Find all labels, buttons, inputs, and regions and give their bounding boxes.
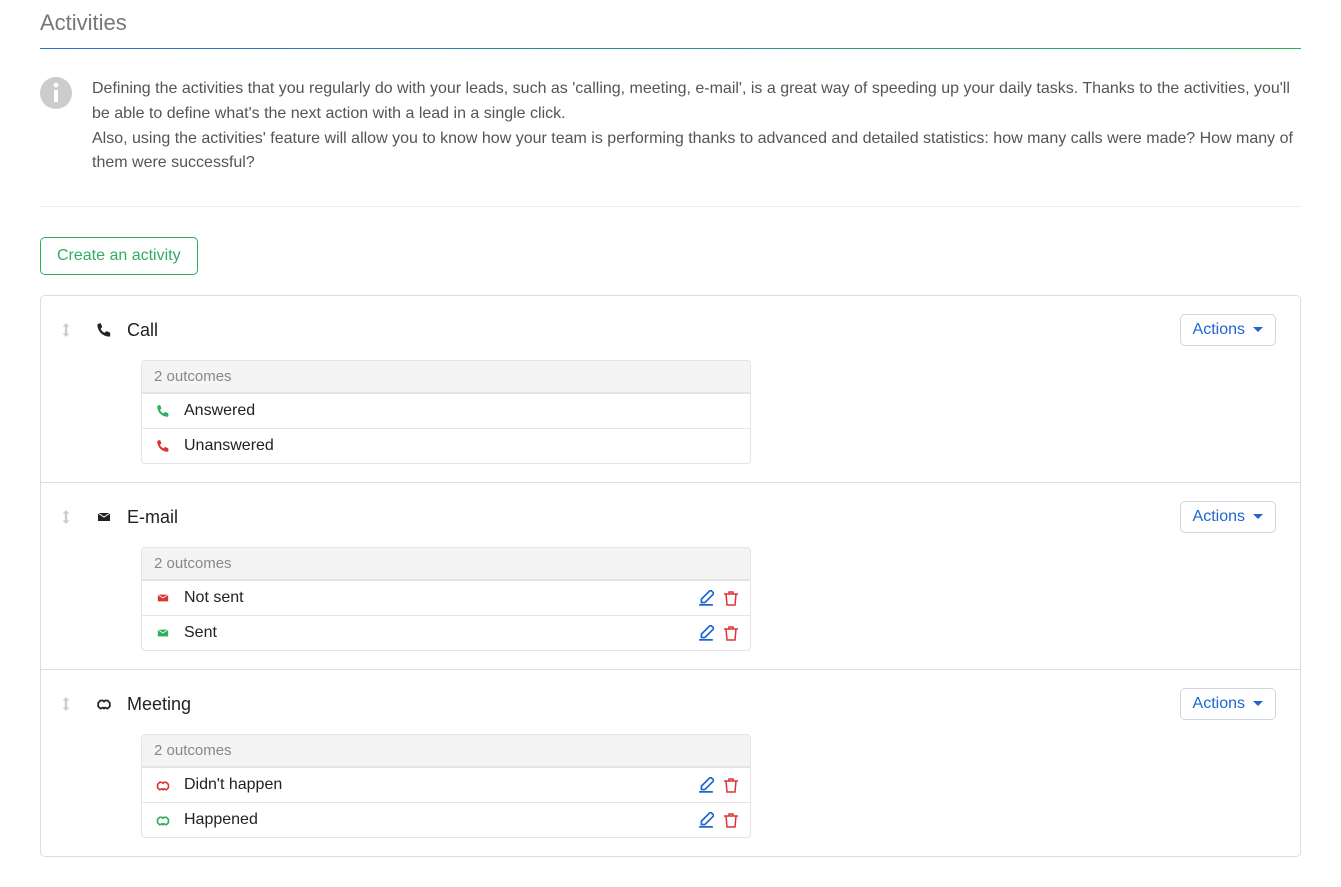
outcome-row: Unanswered [142,428,750,463]
activity-name: Call [127,320,158,341]
envelope-icon [93,510,115,524]
handshake-icon [93,697,115,711]
page-title: Activities [40,0,1301,48]
activity-name: Meeting [127,694,191,715]
info-paragraph-2: Also, using the activities' feature will… [92,130,1293,172]
activity-name: E-mail [127,507,178,528]
activity-meeting: Meeting Actions 2 outcomes Didn't happen… [41,669,1300,856]
outcome-row: Not sent [142,580,750,615]
create-activity-button[interactable]: Create an activity [40,237,198,275]
trash-icon[interactable] [724,812,738,828]
outcome-label: Didn't happen [184,776,282,794]
actions-dropdown-button[interactable]: Actions [1180,314,1276,346]
trash-icon[interactable] [724,590,738,606]
actions-label: Actions [1193,695,1245,713]
phone-icon [93,322,115,338]
info-box: Defining the activities that you regular… [40,77,1301,207]
outcome-label: Unanswered [184,437,274,455]
trash-icon[interactable] [724,777,738,793]
outcomes-header: 2 outcomes [142,361,750,393]
info-paragraph-1: Defining the activities that you regular… [92,80,1290,122]
activity-email: E-mail Actions 2 outcomes Not sent Sent [41,482,1300,669]
edit-icon[interactable] [698,590,714,606]
actions-dropdown-button[interactable]: Actions [1180,501,1276,533]
drag-handle-icon[interactable] [61,509,75,525]
edit-icon[interactable] [698,777,714,793]
actions-label: Actions [1193,508,1245,526]
actions-dropdown-button[interactable]: Actions [1180,688,1276,720]
caret-down-icon [1253,327,1263,333]
handshake-icon [154,814,172,827]
caret-down-icon [1253,701,1263,707]
edit-icon[interactable] [698,625,714,641]
outcome-label: Answered [184,402,255,420]
drag-handle-icon[interactable] [61,696,75,712]
outcomes-header: 2 outcomes [142,735,750,767]
drag-handle-icon[interactable] [61,322,75,338]
actions-label: Actions [1193,321,1245,339]
outcome-label: Happened [184,811,258,829]
info-text: Defining the activities that you regular… [92,77,1301,176]
outcome-label: Not sent [184,589,244,607]
info-icon [40,77,72,109]
outcomes-box: 2 outcomes Answered Unanswered [141,360,751,464]
activities-panel: Call Actions 2 outcomes Answered Unanswe… [40,295,1301,857]
phone-icon [154,439,172,453]
outcome-row: Answered [142,393,750,428]
caret-down-icon [1253,514,1263,520]
outcome-row: Didn't happen [142,767,750,802]
activity-call: Call Actions 2 outcomes Answered Unanswe… [41,296,1300,482]
outcomes-header: 2 outcomes [142,548,750,580]
outcome-row: Sent [142,615,750,650]
handshake-icon [154,779,172,792]
outcome-row: Happened [142,802,750,837]
envelope-icon [154,592,172,604]
edit-icon[interactable] [698,812,714,828]
title-divider [40,48,1301,49]
outcome-label: Sent [184,624,217,642]
trash-icon[interactable] [724,625,738,641]
outcomes-box: 2 outcomes Not sent Sent [141,547,751,651]
phone-icon [154,404,172,418]
outcomes-box: 2 outcomes Didn't happen Happened [141,734,751,838]
envelope-icon [154,627,172,639]
